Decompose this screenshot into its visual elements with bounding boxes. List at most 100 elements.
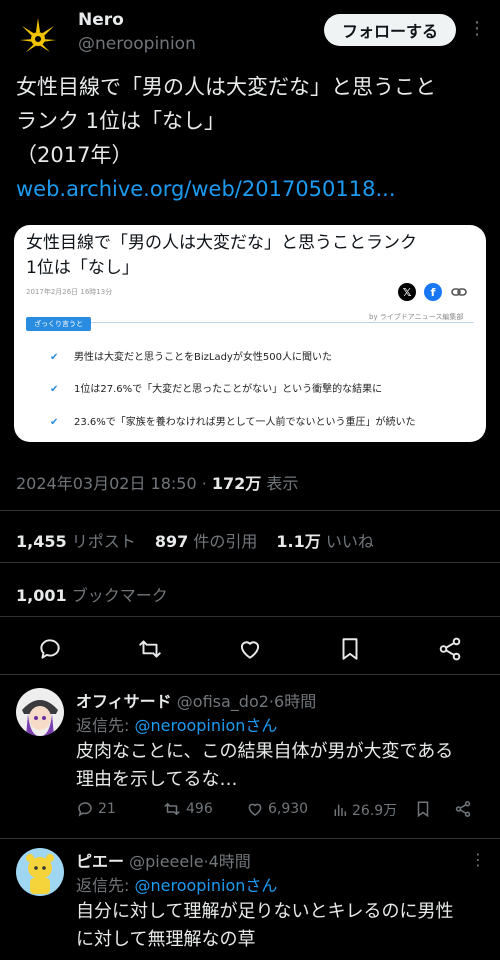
reply-author-name[interactable]: ピエー xyxy=(76,852,124,871)
reply-tweet[interactable]: オフィサード @ofisa_do2·6時間 返信先: @neroopinionさ… xyxy=(0,688,500,834)
more-vertical-icon[interactable]: ⋮ xyxy=(468,16,486,44)
card-title-line: 女性目線で「男の人は大変だな」と思うことランク xyxy=(26,233,417,253)
card-item-text: 男性は大変だと思うことをBizLadyが女性500人に聞いた xyxy=(74,352,332,363)
card-summary-item: ✔ 男性は大変だと思うことをBizLadyが女性500人に聞いた xyxy=(50,348,332,363)
reply-text: 自分に対して理解が足りないとキレるのに男性 に対して無理解なの草 xyxy=(76,898,486,954)
follow-button[interactable]: フォローする xyxy=(324,14,456,46)
bookmarks-count: 1,001 xyxy=(16,586,67,605)
likes-count: 1.1万 xyxy=(276,532,321,551)
quotes-count: 897 xyxy=(154,532,189,551)
views-count: 172万 xyxy=(211,474,262,493)
check-icon: ✔ xyxy=(50,417,59,428)
check-icon: ✔ xyxy=(50,384,59,395)
repost-icon[interactable] xyxy=(137,636,163,662)
likes-stat[interactable]: 1.1万 いいね xyxy=(276,532,387,551)
reply-author-handle[interactable]: @ofisa_do2 xyxy=(177,692,269,711)
x-logo-icon: 𝕏 xyxy=(398,283,416,301)
reply-text-line: 理由を示してるな… xyxy=(76,769,238,790)
reply-text-line: 皮肉なことに、この結果自体が男が大変である xyxy=(76,741,454,762)
timestamp[interactable]: 2024年03月02日 18:50 xyxy=(16,474,197,493)
repost-icon xyxy=(164,803,180,815)
card-summary-item: ✔ 23.6%で「家族を養わなければ男として一人前でないという重圧」が続いた xyxy=(50,413,415,428)
reply-count: 21 xyxy=(98,801,116,817)
reply-icon xyxy=(78,802,92,817)
reply-text-line: に対して無理解なの草 xyxy=(76,929,256,950)
reply-header: ピエー @pieeele·4時間 xyxy=(76,848,251,872)
author-avatar[interactable] xyxy=(14,12,62,60)
card-title-line: 1位は「なし」 xyxy=(26,258,139,278)
card-share-icons: 𝕏 f xyxy=(398,283,468,303)
card-summary-item: ✔ 1位は27.6%で「大変だと思ったことがない」という衝撃的な結果に xyxy=(50,380,382,395)
more-vertical-icon[interactable]: ⋮ xyxy=(470,850,486,869)
repost-count: 496 xyxy=(186,801,213,817)
reply-to-line: 返信先: @neroopinionさん xyxy=(76,872,277,896)
reposts-stat[interactable]: 1,455 リポスト xyxy=(16,532,150,551)
bookmarks-label: ブックマーク xyxy=(71,586,168,605)
tweet-link[interactable]: web.archive.org/web/2017050118... xyxy=(16,172,486,206)
like-icon xyxy=(248,803,262,816)
facebook-icon: f xyxy=(424,283,442,301)
quotes-stat[interactable]: 897 件の引用 xyxy=(155,532,272,551)
bookmark-icon[interactable] xyxy=(414,800,432,818)
reply-views-action[interactable]: 26.9万 xyxy=(332,800,397,820)
reply-tweet[interactable]: ピエー @pieeele·4時間 ⋮ 返信先: @neroopinionさん 自… xyxy=(0,848,500,960)
article-card-image[interactable]: 女性目線で「男の人は大変だな」と思うことランク 1位は「なし」 2017年2月2… xyxy=(14,225,486,442)
link-icon xyxy=(450,283,468,301)
reply-header: オフィサード @ofisa_do2·6時間 xyxy=(76,688,316,712)
reposts-count: 1,455 xyxy=(16,532,67,551)
reply-repost-action[interactable]: 496 xyxy=(162,800,213,818)
bookmarks-stat[interactable]: 1,001 ブックマーク xyxy=(16,582,168,606)
author-handle[interactable]: @neroopinion xyxy=(78,34,196,54)
reply-to-line: 返信先: @neroopinionさん xyxy=(76,712,277,736)
reply-action-bar: 21 496 6,930 26.9万 xyxy=(76,800,486,822)
divider xyxy=(0,616,500,617)
reply-comment-action[interactable]: 21 xyxy=(76,800,116,818)
author-name[interactable]: Nero xyxy=(78,10,124,30)
tweet-text-line: （2017年） xyxy=(16,143,133,167)
reposts-label: リポスト xyxy=(71,532,136,551)
reply-to-mention[interactable]: @neroopinionさん xyxy=(134,876,277,895)
card-item-text: 1位は27.6%で「大変だと思ったことがない」という衝撃的な結果に xyxy=(74,384,383,395)
views-label: 表示 xyxy=(261,474,299,493)
reply-icon[interactable] xyxy=(37,636,63,662)
reply-avatar[interactable] xyxy=(16,688,64,736)
views-icon xyxy=(334,804,347,816)
views-count: 26.9万 xyxy=(352,803,398,819)
card-divider xyxy=(26,322,474,323)
meta-separator: · xyxy=(196,474,212,493)
reply-author-handle[interactable]: @pieeele xyxy=(129,852,203,871)
card-item-text: 23.6%で「家族を養わなければ男として一人前でないという重圧」が続いた xyxy=(74,417,416,428)
quotes-label: 件の引用 xyxy=(193,532,258,551)
reply-avatar[interactable] xyxy=(16,848,64,896)
share-icon[interactable] xyxy=(437,636,463,662)
like-count: 6,930 xyxy=(268,801,309,817)
tweet-meta: 2024年03月02日 18:50 · 172万 表示 xyxy=(16,470,298,494)
card-summary-tag: ざっくり言うと xyxy=(26,317,91,331)
tweet-action-bar xyxy=(0,626,500,670)
reply-text-line: 自分に対して理解が足りないとキレるのに男性 xyxy=(76,901,454,922)
tweet-text-line: ランク 1位は「なし」 xyxy=(16,109,226,133)
reply-author-name[interactable]: オフィサード xyxy=(76,692,172,711)
tweet-author-header: Nero @neroopinion フォローする ⋮ xyxy=(0,0,500,62)
reply-time[interactable]: 4時間 xyxy=(209,852,251,871)
card-source: by ライブドアニュース編集部 xyxy=(369,313,464,321)
reply-time[interactable]: 6時間 xyxy=(274,692,316,711)
tweet-text: 女性目線で「男の人は大変だな」と思うこと ランク 1位は「なし」 （2017年）… xyxy=(16,70,486,206)
tweet-text-line: 女性目線で「男の人は大変だな」と思うこと xyxy=(16,75,436,99)
divider xyxy=(0,510,500,511)
like-icon[interactable] xyxy=(237,636,263,662)
likes-label: いいね xyxy=(325,532,374,551)
bookmark-icon[interactable] xyxy=(337,636,363,662)
share-icon[interactable] xyxy=(454,800,472,818)
divider xyxy=(0,674,500,675)
reply-to-label: 返信先: xyxy=(76,716,135,735)
reply-like-action[interactable]: 6,930 xyxy=(246,800,308,818)
card-date: 2017年2月26日 16時13分 xyxy=(26,288,113,296)
check-icon: ✔ xyxy=(50,352,59,363)
reply-text: 皮肉なことに、この結果自体が男が大変である 理由を示してるな… xyxy=(76,738,486,794)
engagement-stats: 1,455 リポスト 897 件の引用 1.1万 いいね xyxy=(16,528,388,552)
divider xyxy=(0,838,500,839)
reply-to-mention[interactable]: @neroopinionさん xyxy=(134,716,277,735)
divider xyxy=(0,562,500,563)
card-title: 女性目線で「男の人は大変だな」と思うことランク 1位は「なし」 xyxy=(26,231,481,281)
